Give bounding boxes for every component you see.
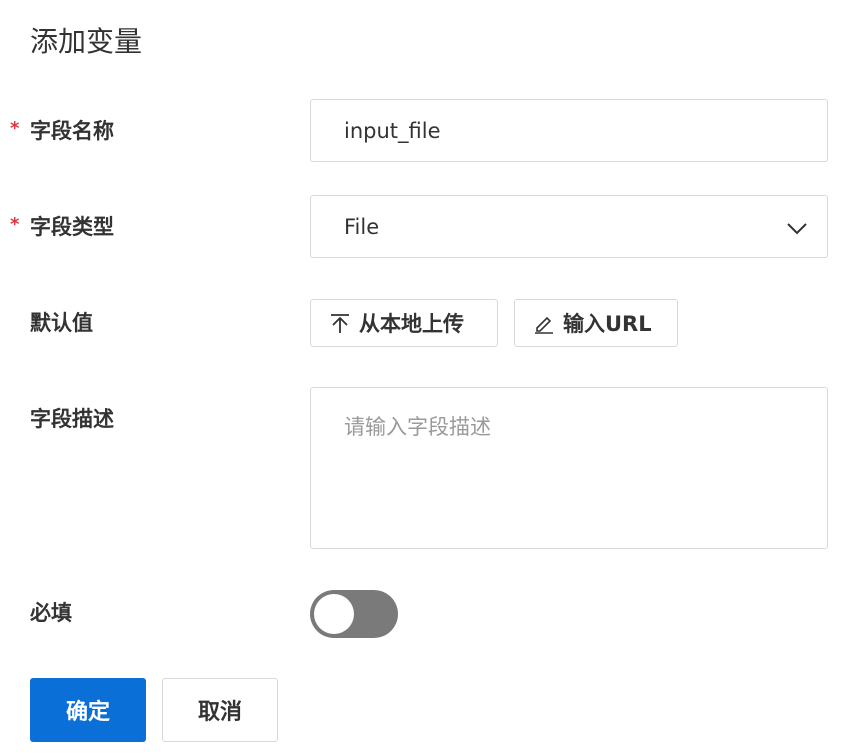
field-type-select[interactable]: File	[310, 195, 828, 258]
upload-icon	[331, 314, 349, 333]
cancel-button[interactable]: 取消	[162, 678, 278, 742]
required-mark: *	[10, 214, 20, 235]
toggle-knob	[314, 594, 354, 634]
upload-local-label: 从本地上传	[359, 312, 464, 336]
field-name-value: input_file	[344, 119, 441, 143]
default-value-label: 默认值	[30, 311, 93, 335]
input-url-button[interactable]: 输入URL	[514, 299, 678, 347]
edit-icon	[535, 316, 553, 334]
required-label: 必填	[30, 601, 72, 625]
required-mark: *	[10, 118, 20, 139]
field-name-label: 字段名称	[30, 119, 114, 143]
input-url-label: 输入URL	[563, 312, 652, 336]
chevron-down-icon	[787, 223, 807, 235]
field-type-label: 字段类型	[30, 215, 114, 239]
description-textarea[interactable]: 请输入字段描述	[310, 387, 828, 549]
description-placeholder: 请输入字段描述	[344, 415, 491, 439]
dialog-title: 添加变量	[30, 25, 143, 58]
description-label: 字段描述	[30, 407, 114, 431]
confirm-button[interactable]: 确定	[30, 678, 146, 742]
upload-local-button[interactable]: 从本地上传	[310, 299, 498, 347]
required-toggle[interactable]	[310, 590, 398, 638]
field-name-input[interactable]: input_file	[310, 99, 828, 162]
field-type-value: File	[344, 215, 380, 239]
